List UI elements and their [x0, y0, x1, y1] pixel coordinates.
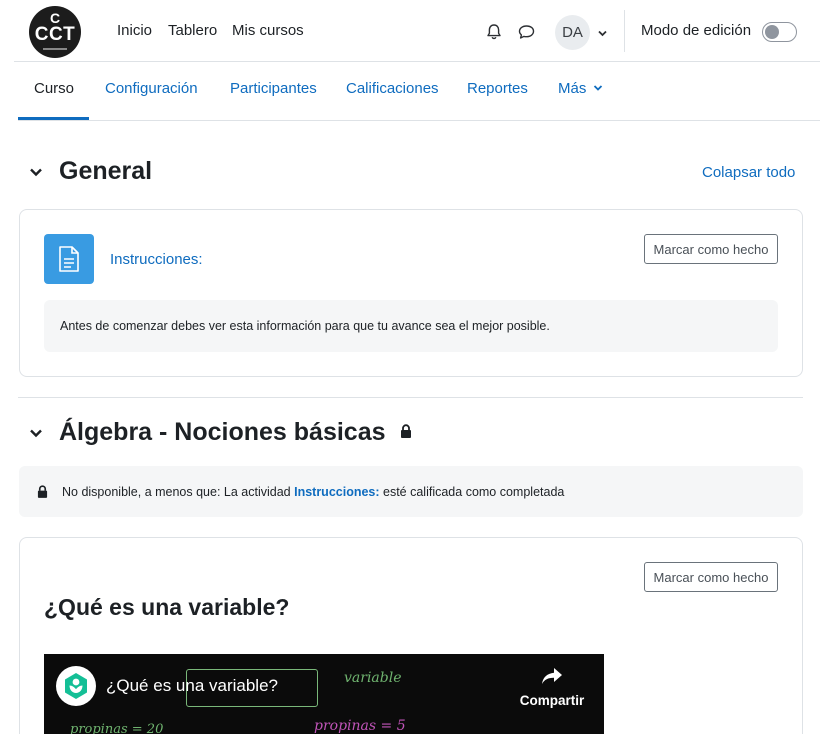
restriction-prefix: No disponible, a menos que: La actividad [62, 485, 295, 499]
nav-mis-cursos[interactable]: Mis cursos [232, 22, 304, 39]
khan-academy-logo-icon[interactable] [56, 666, 96, 706]
chalk-equation: propinas = 5 [314, 718, 406, 734]
tab-configuracion[interactable]: Configuración [105, 80, 198, 97]
section-divider [18, 397, 803, 398]
restriction-link-instrucciones[interactable]: Instrucciones: [294, 485, 379, 499]
video-player[interactable]: variable propinas = 5 propinas = 20 ¿Qué… [44, 654, 604, 734]
section-title-algebra[interactable]: Álgebra - Nociones básicas [59, 418, 386, 447]
lock-icon [37, 485, 48, 503]
top-navbar: C CCT Inicio Tablero Mis cursos DA Modo … [0, 0, 820, 62]
lock-icon [400, 424, 412, 443]
restriction-suffix: esté calificada como completada [379, 485, 565, 499]
edit-mode-toggle[interactable] [762, 22, 797, 42]
tab-mas[interactable]: Más [558, 80, 603, 97]
user-avatar[interactable]: DA [555, 15, 590, 50]
nav-tablero[interactable]: Tablero [168, 22, 217, 39]
tab-reportes[interactable]: Reportes [467, 80, 528, 97]
chevron-down-icon[interactable] [597, 26, 608, 44]
chevron-down-icon [593, 85, 602, 91]
activity-link-instrucciones[interactable]: Instrucciones: [110, 251, 203, 268]
activity-description: Antes de comenzar debes ver esta informa… [60, 319, 550, 333]
mark-done-button[interactable]: Marcar como hecho [644, 562, 778, 592]
tab-mas-label: Más [558, 80, 587, 97]
tab-participantes[interactable]: Participantes [230, 80, 317, 97]
share-label: Compartir [519, 693, 585, 708]
edit-mode-label: Modo de edición [641, 22, 752, 39]
chat-bubble-icon[interactable] [516, 22, 536, 42]
chalk-equation: propinas = 20 [70, 722, 164, 734]
logo-underline [43, 48, 67, 50]
share-button[interactable]: Compartir [512, 666, 592, 708]
mark-done-button[interactable]: Marcar como hecho [644, 234, 778, 264]
restriction-text: No disponible, a menos que: La actividad… [62, 485, 564, 499]
navbar-divider [624, 10, 625, 52]
section-collapse-chevron-icon[interactable] [28, 164, 44, 180]
share-arrow-icon [542, 668, 562, 684]
activity-title: ¿Qué es una variable? [44, 594, 290, 620]
tab-calificaciones[interactable]: Calificaciones [346, 80, 439, 97]
nav-inicio[interactable]: Inicio [117, 22, 152, 39]
secondary-nav-divider [18, 120, 820, 121]
toggle-knob [765, 25, 779, 39]
section-collapse-chevron-icon[interactable] [28, 425, 44, 441]
section-title-general[interactable]: General [59, 157, 152, 186]
logo-text: CCT [34, 24, 76, 45]
tab-curso[interactable]: Curso [34, 80, 74, 97]
site-logo[interactable]: C CCT [29, 6, 81, 58]
collapse-all-link[interactable]: Colapsar todo [702, 164, 795, 181]
document-icon[interactable] [44, 234, 94, 284]
video-title[interactable]: ¿Qué es una variable? [106, 676, 278, 696]
bell-icon[interactable] [484, 22, 504, 42]
chalk-word-variable: variable [344, 670, 402, 686]
